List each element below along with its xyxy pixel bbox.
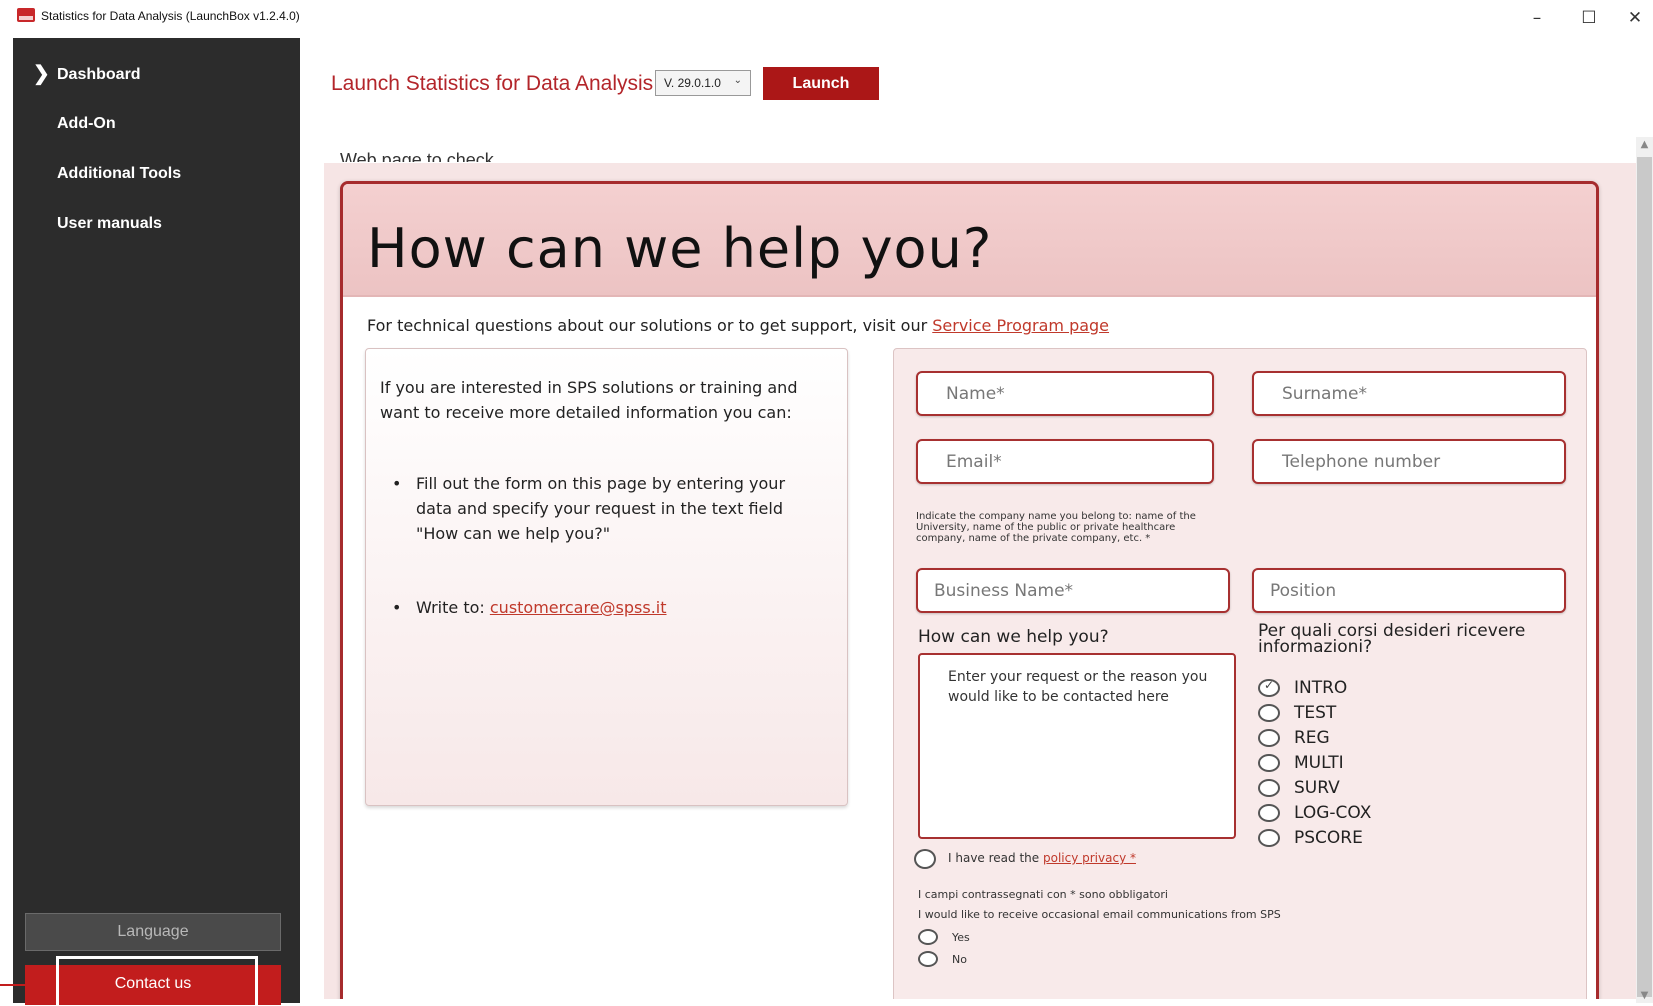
contact-form-card: How can we help you? For technical quest…	[340, 181, 1599, 999]
scroll-down-icon[interactable]: ▼	[1636, 990, 1653, 1001]
app-logo-icon	[17, 8, 35, 22]
sidebar-item-label: User manuals	[57, 215, 162, 232]
annotation-pointer	[0, 984, 56, 986]
title-bar: Statistics for Data Analysis (LaunchBox …	[0, 8, 1653, 38]
info-panel: If you are interested in SPS solutions o…	[365, 348, 848, 806]
sidebar-item-add-on[interactable]: Add-On	[13, 113, 300, 153]
scroll-up-icon[interactable]: ▲	[1636, 139, 1653, 150]
radio-circle-icon[interactable]	[918, 951, 938, 967]
web-content-frame: How can we help you? For technical quest…	[324, 163, 1640, 999]
help-label: How can we help you?	[918, 627, 1109, 647]
radio-circle-icon[interactable]	[1258, 804, 1280, 822]
surname-field[interactable]: Surname*	[1252, 371, 1566, 416]
card-header: How can we help you?	[343, 184, 1596, 297]
radio-circle-icon[interactable]	[1258, 779, 1280, 797]
version-select[interactable]: V. 29.0.1.0 ⌄	[655, 70, 751, 96]
info-intro: If you are interested in SPS solutions o…	[380, 378, 798, 422]
company-note: Indicate the company name you belong to:…	[916, 511, 1196, 544]
close-icon[interactable]: ✕	[1612, 8, 1653, 36]
sidebar-item-label: Additional Tools	[57, 165, 182, 182]
sidebar-item-label: Add-On	[57, 115, 116, 132]
launch-label: Launch Statistics for Data Analysis	[331, 72, 654, 95]
radio-circle-icon[interactable]	[918, 929, 938, 945]
telephone-field[interactable]: Telephone number	[1252, 439, 1566, 484]
minimize-icon[interactable]: –	[1514, 8, 1560, 36]
request-textarea[interactable]: Enter your request or the reason you wou…	[918, 653, 1236, 839]
sidebar: ❯ Dashboard Add-On Additional Tools User…	[13, 38, 300, 1005]
radio-circle-icon[interactable]	[1258, 704, 1280, 722]
scroll-thumb[interactable]	[1637, 157, 1652, 997]
courses-label: Per quali corsi desideri ricevere inform…	[1258, 621, 1526, 657]
intro-text: For technical questions about our soluti…	[367, 316, 1110, 335]
service-program-link[interactable]: Service Program page	[932, 316, 1109, 335]
version-value: V. 29.0.1.0	[664, 76, 721, 90]
chevron-right-icon: ❯	[33, 63, 50, 85]
email-field[interactable]: Email*	[916, 439, 1214, 484]
chevron-down-icon: ⌄	[733, 75, 742, 86]
sidebar-item-additional-tools[interactable]: Additional Tools	[13, 163, 300, 203]
business-name-field[interactable]: Business Name*	[916, 568, 1230, 613]
sidebar-item-label: Dashboard	[57, 66, 141, 83]
sidebar-item-user-manuals[interactable]: User manuals	[13, 213, 300, 253]
checked-circle-icon[interactable]	[1258, 678, 1280, 697]
language-button[interactable]: Language	[25, 913, 281, 951]
privacy-policy-link[interactable]: policy privacy *	[1043, 851, 1136, 865]
required-note: I campi contrassegnati con * sono obblig…	[918, 888, 1168, 901]
sidebar-item-dashboard[interactable]: ❯ Dashboard	[13, 64, 300, 104]
maximize-icon[interactable]: ☐	[1566, 8, 1612, 36]
vertical-scrollbar[interactable]: ▲ ▼	[1636, 137, 1653, 1003]
launch-button[interactable]: Launch	[763, 67, 879, 100]
form-panel: Name* Surname* Email* Telephone number I…	[893, 348, 1587, 999]
contact-us-button[interactable]: Contact us	[25, 965, 281, 1005]
email-communication-label: I would like to receive occasional email…	[918, 908, 1281, 921]
name-field[interactable]: Name*	[916, 371, 1214, 416]
radio-circle-icon[interactable]	[1258, 829, 1280, 847]
radio-circle-icon[interactable]	[914, 849, 936, 869]
window-title: Statistics for Data Analysis (LaunchBox …	[41, 9, 300, 23]
clipped-heading: Web page to check	[340, 150, 494, 162]
email-link[interactable]: customercare@spss.it	[490, 598, 667, 617]
radio-circle-icon[interactable]	[1258, 754, 1280, 772]
card-title: How can we help you?	[367, 217, 993, 280]
position-field[interactable]: Position	[1252, 568, 1566, 613]
radio-circle-icon[interactable]	[1258, 729, 1280, 747]
